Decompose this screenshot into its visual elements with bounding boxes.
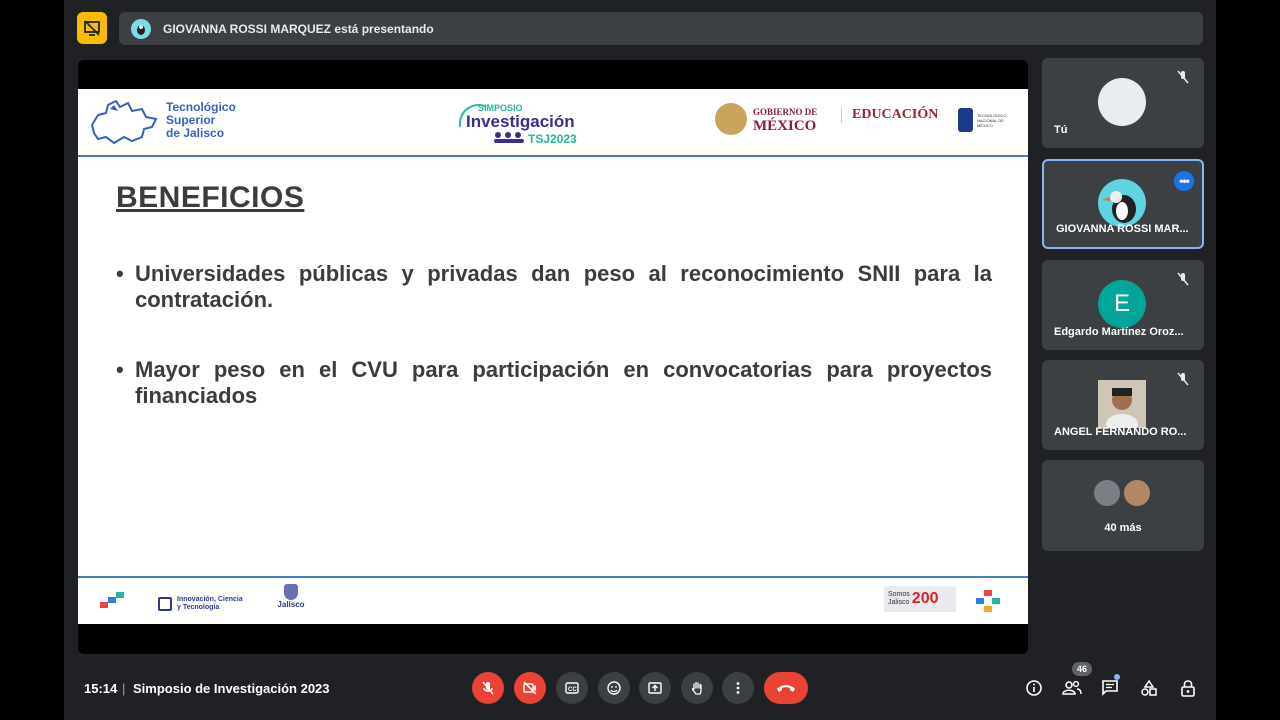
tecnm-logo: TECNOLÓGICO NACIONAL DE MÉXICO	[958, 105, 1018, 135]
leave-call-icon	[777, 685, 795, 692]
innovacion-mark-icon	[158, 597, 172, 611]
activities-button[interactable]	[1139, 678, 1159, 698]
somos-line-2: Jalisco	[888, 599, 910, 606]
participant-name: Tú	[1054, 124, 1068, 136]
simposio-logo-line-2: Investigación	[466, 112, 575, 131]
chat-unread-dot	[1114, 674, 1120, 680]
participant-tile[interactable]: E Edgardo Martínez Oroz...	[1042, 260, 1204, 350]
gob-line-1: GOBIERNO DE	[753, 107, 818, 117]
tecnm-mark-icon	[958, 108, 973, 132]
jalisco-map-logo	[90, 99, 158, 145]
slide-footer: Innovación, Ciencia y Tecnología Jalisco…	[78, 576, 1028, 624]
svg-text:CC: CC	[568, 687, 577, 693]
avatar	[1098, 78, 1146, 126]
meeting-info-button[interactable]	[1024, 678, 1044, 698]
mic-off-icon	[1177, 272, 1189, 286]
presenting-banner: GIOVANNA ROSSI MARQUEZ está presentando	[119, 12, 1203, 45]
educacion-logo: EDUCACIÓN	[841, 107, 938, 123]
avatar-letter: E	[1098, 280, 1146, 328]
institution-name: Tecnológico Superior de Jalisco	[166, 101, 236, 140]
host-controls-icon	[1181, 680, 1195, 697]
tecnm-line-2: NACIONAL DE MÉXICO	[976, 117, 1004, 128]
participant-tile-self[interactable]: Tú	[1042, 58, 1204, 148]
avatar	[1098, 380, 1146, 434]
participant-name: Edgardo Martínez Oroz...	[1054, 326, 1184, 338]
mexico-seal-icon	[715, 103, 747, 135]
more-vert-icon	[736, 682, 740, 694]
meet-window: GIOVANNA ROSSI MARQUEZ está presentando …	[64, 0, 1216, 720]
innovacion-line-1: Innovación, Ciencia	[177, 596, 243, 603]
presentation-off-icon	[84, 20, 100, 36]
chat-icon	[1102, 680, 1118, 696]
bullet-text: Mayor peso en el CVU para participación …	[135, 357, 992, 408]
mic-off-icon	[482, 681, 494, 695]
raise-hand-icon	[691, 681, 702, 695]
simposio-logo: SIMPOSIO Investigación TSJ2023	[458, 103, 577, 146]
emoji-button[interactable]	[598, 672, 630, 704]
bullet-item: • Universidades públicas y privadas dan …	[116, 261, 992, 313]
people-icon	[1062, 680, 1082, 695]
participant-name: GIOVANNA ROSSI MAR...	[1056, 223, 1189, 235]
bullet-dot: •	[116, 261, 124, 286]
somos-number: 200	[911, 590, 939, 607]
puffin-icon	[1102, 191, 1136, 223]
more-options-button[interactable]	[722, 672, 754, 704]
slide-header: Tecnológico Superior de Jalisco SIMPOSIO…	[78, 89, 1028, 157]
bottom-bar: 15:14 | Simposio de Investigación 2023 C…	[64, 656, 1216, 720]
captions-button[interactable]: CC	[556, 672, 588, 704]
emoji-icon	[607, 681, 621, 695]
somos-line-1: Somos	[888, 591, 910, 598]
present-screen-icon	[648, 682, 662, 694]
presenting-text: GIOVANNA ROSSI MARQUEZ está presentando	[163, 21, 434, 36]
top-bar: GIOVANNA ROSSI MARQUEZ está presentando	[64, 0, 1216, 56]
host-controls-button[interactable]	[1178, 678, 1198, 698]
color-blocks-logo-right	[976, 590, 1008, 616]
mic-off-icon	[1177, 70, 1189, 84]
innovacion-line-2: y Tecnología	[177, 604, 220, 611]
innovacion-logo: Innovación, Ciencia y Tecnología	[158, 596, 243, 612]
captions-icon: CC	[565, 682, 579, 694]
more-participants-tile[interactable]: 40 más	[1042, 460, 1204, 551]
shared-screen[interactable]: Tecnológico Superior de Jalisco SIMPOSIO…	[78, 60, 1028, 654]
leave-call-button[interactable]	[764, 672, 808, 704]
people-button[interactable]	[1062, 678, 1082, 698]
camera-off-icon	[523, 681, 537, 695]
bullet-text: Universidades públicas y privadas dan pe…	[135, 261, 992, 312]
jalisco-gov-logo: Jalisco	[274, 584, 308, 609]
participant-tile-presenter[interactable]: ••• GIOVANNA ROSSI MAR...	[1042, 159, 1204, 249]
meeting-title: Simposio de Investigación 2023	[133, 681, 330, 696]
clock: 15:14	[84, 681, 118, 696]
present-now-button[interactable]	[639, 672, 671, 704]
activities-icon	[1141, 679, 1157, 696]
people-count-badge: 46	[1072, 662, 1093, 676]
simposio-logo-line-3: TSJ2023	[528, 132, 577, 146]
separator: |	[122, 681, 126, 696]
mic-off-icon	[1177, 372, 1189, 386]
presentation-slide: Tecnológico Superior de Jalisco SIMPOSIO…	[78, 89, 1028, 624]
raise-hand-button[interactable]	[681, 672, 713, 704]
more-options-button[interactable]: •••	[1174, 171, 1194, 191]
avatar	[1098, 179, 1146, 227]
info-icon	[1026, 680, 1042, 696]
participant-name: ANGEL FERNANDO RO...	[1054, 426, 1187, 438]
avatar	[1122, 478, 1152, 508]
avatar	[1092, 478, 1122, 508]
jalisco-text: Jalisco	[277, 600, 305, 609]
camera-toggle-button[interactable]	[514, 672, 546, 704]
bullet-item: • Mayor peso en el CVU para participació…	[116, 357, 992, 409]
institution-line-3: de Jalisco	[166, 126, 225, 140]
jalisco-crest-icon	[284, 584, 298, 600]
chat-button[interactable]	[1100, 678, 1120, 698]
participant-tile[interactable]: ANGEL FERNANDO RO...	[1042, 360, 1204, 450]
more-count: 40 más	[1104, 522, 1142, 534]
color-blocks-logo	[100, 592, 130, 612]
bullet-dot: •	[116, 357, 124, 382]
presentation-toggle-button[interactable]	[77, 12, 107, 44]
gob-line-2: MÉXICO	[753, 118, 817, 134]
slide-title: BENEFICIOS	[116, 181, 305, 214]
presenter-avatar	[131, 18, 151, 39]
jalisco-200-logo: Somos Jalisco 200	[884, 586, 956, 612]
mic-toggle-button[interactable]	[472, 672, 504, 704]
gobierno-mexico-logo: GOBIERNO DE MÉXICO	[715, 103, 817, 135]
